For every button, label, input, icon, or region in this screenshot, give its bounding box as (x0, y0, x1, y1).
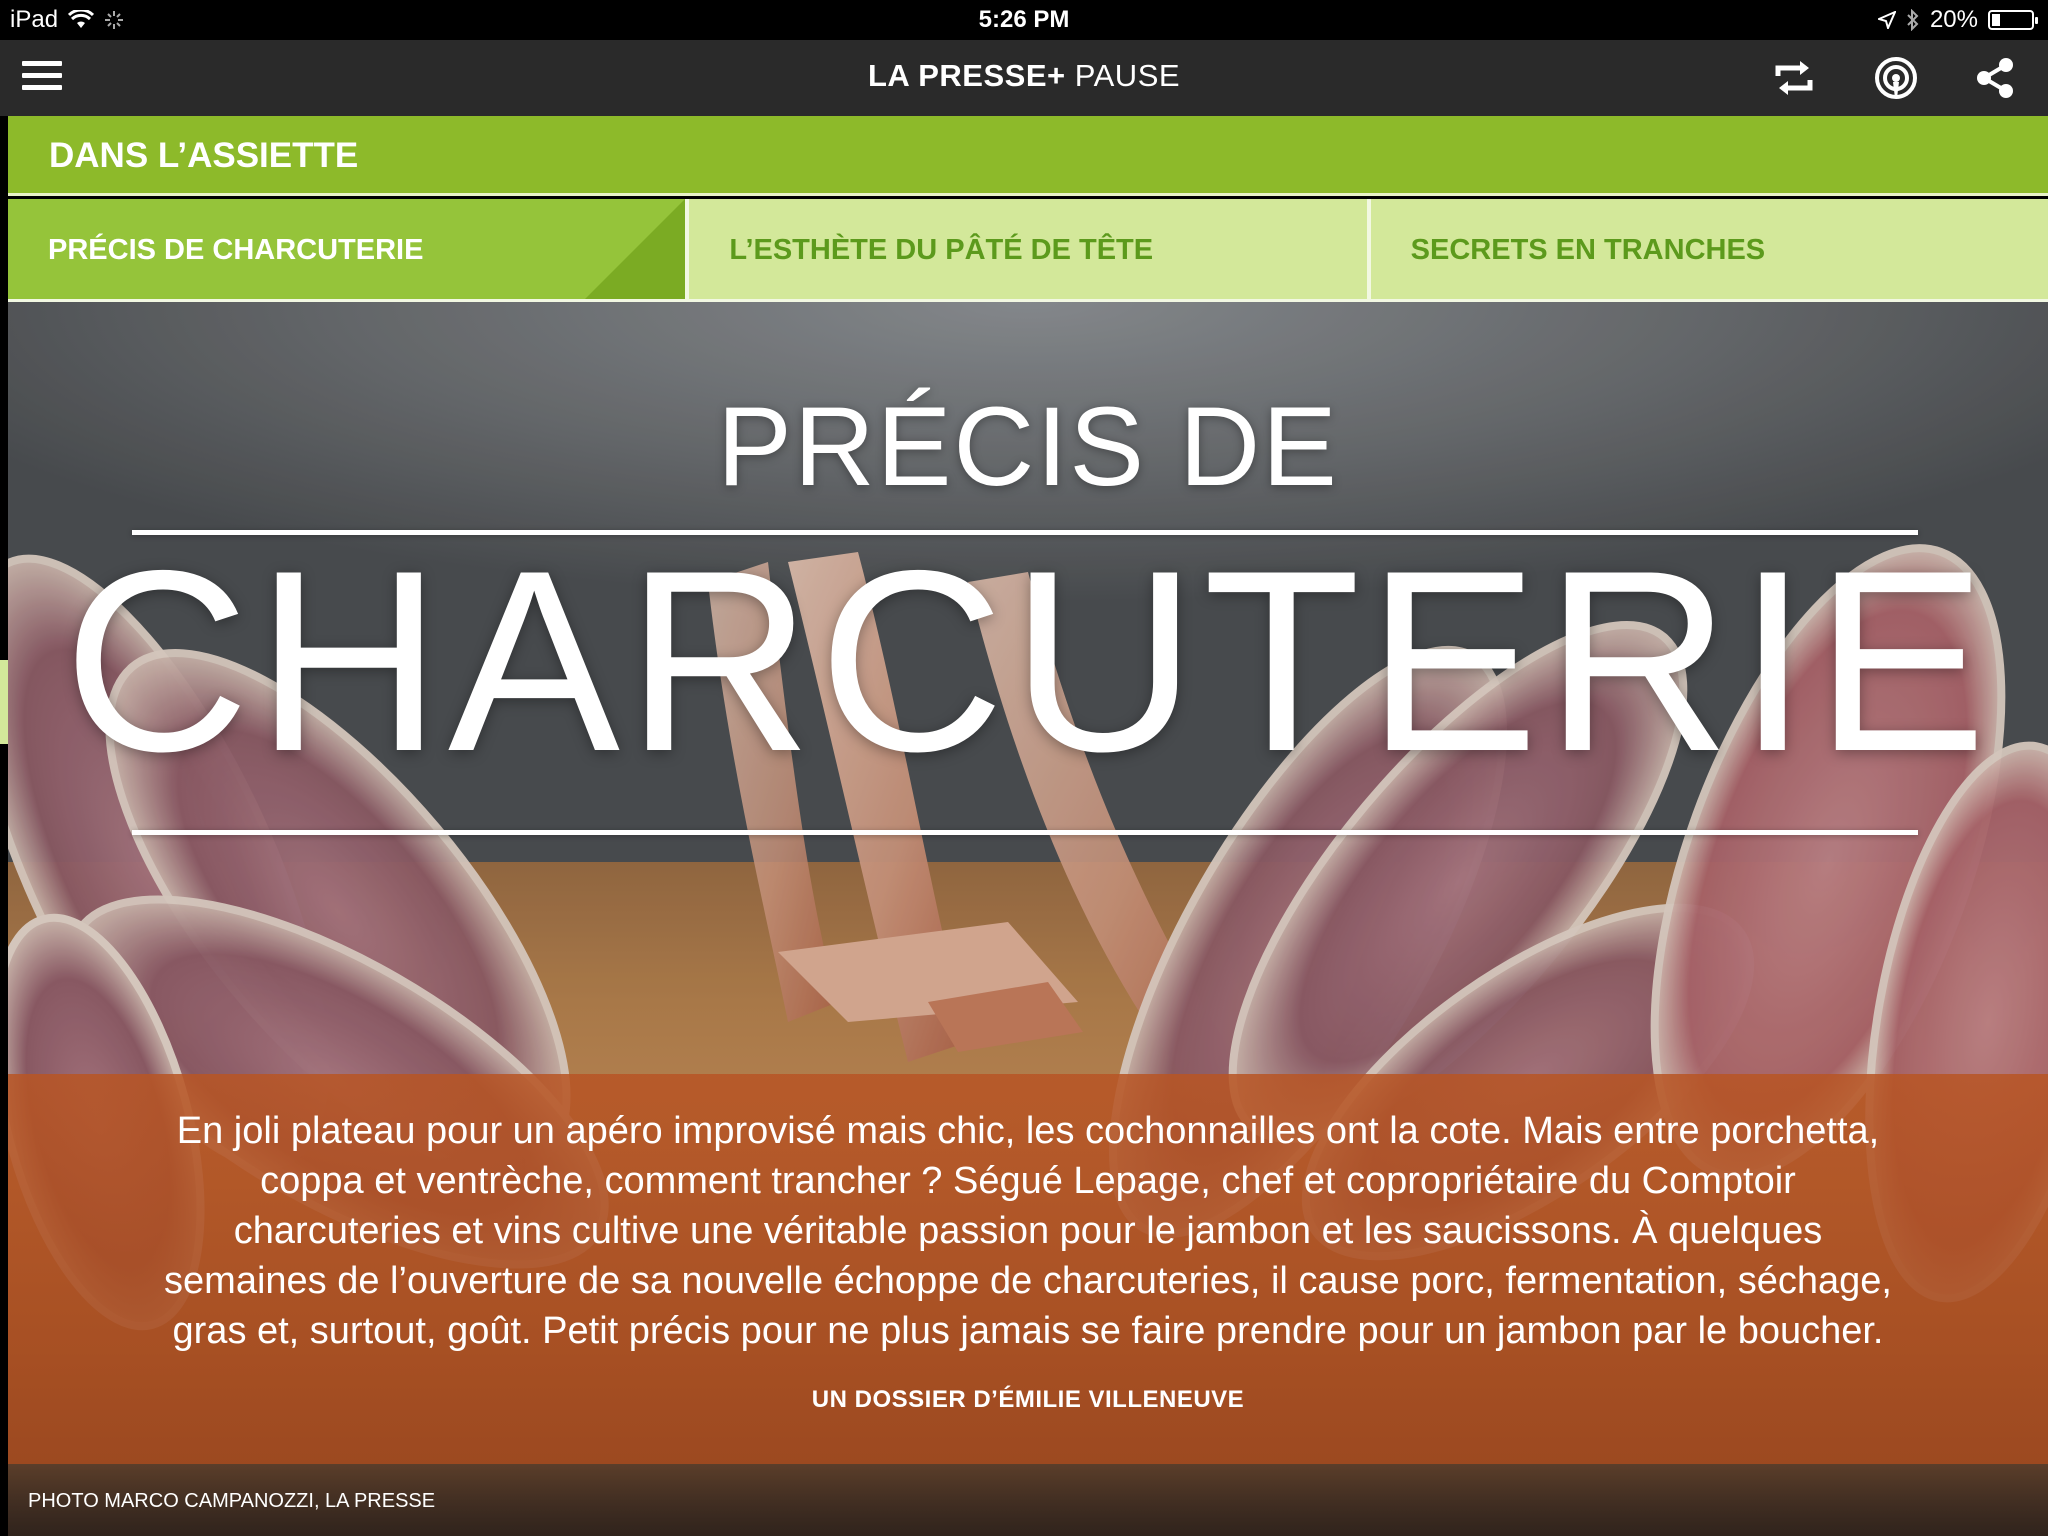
refresh-icon (1775, 61, 1813, 95)
status-bar: iPad 5:26 PM 20% (0, 0, 2048, 40)
section-title: DANS L’ASSIETTE (49, 136, 359, 175)
tab-esthete-du-pate-de-tete[interactable]: L’ESTHÈTE DU PÂTÉ DE TÊTE (689, 199, 1367, 301)
hero-title-line2: CHARCUTERIE (63, 516, 1993, 805)
app-brand: LA PRESSE+ PAUSE (0, 58, 2048, 94)
article-byline: UN DOSSIER D’ÉMILIE VILLENEUVE (811, 1386, 1245, 1413)
section-header: DANS L’ASSIETTE (8, 116, 2048, 196)
battery-icon (1988, 10, 2038, 30)
app-bar: LA PRESSE+ PAUSE (0, 40, 2048, 116)
podcast-button[interactable] (1874, 56, 1918, 100)
tab-label: PRÉCIS DE CHARCUTERIE (48, 233, 424, 266)
status-right: 20% (1877, 6, 2038, 34)
brand-name: LA PRESSE+ (867, 58, 1066, 93)
battery-percent: 20% (1929, 6, 1978, 33)
page-edge-marker (0, 660, 8, 744)
share-button[interactable] (1973, 56, 2017, 100)
refresh-button[interactable] (1772, 56, 1816, 100)
bluetooth-icon (1907, 9, 1919, 31)
hero-article-cover: PRÉCIS DE CHARCUTERIE En joli plateau po… (8, 302, 2048, 1536)
share-icon (1977, 58, 2013, 98)
photo-credit: PHOTO MARCO CAMPANOZZI, LA PRESSE (28, 1490, 436, 1512)
brand-section: PAUSE (1074, 58, 1181, 93)
tab-label: L’ESTHÈTE DU PÂTÉ DE TÊTE (729, 233, 1154, 266)
tab-secrets-en-tranches[interactable]: SECRETS EN TRANCHES (1370, 199, 2048, 301)
status-time: 5:26 PM (978, 6, 1070, 33)
intro-paragraph: En joli plateau pour un apéro improvisé … (164, 1110, 1892, 1352)
article-tabs: PRÉCIS DE CHARCUTERIE L’ESTHÈTE DU PÂTÉ … (8, 199, 2048, 301)
tab-label: SECRETS EN TRANCHES (1410, 233, 1766, 266)
hero-title-line1: PRÉCIS DE (717, 384, 1339, 509)
podcast-icon (1875, 57, 1917, 99)
title-rule-bottom (132, 830, 1918, 835)
location-arrow-icon (1877, 11, 1896, 29)
tab-fold-decoration (583, 199, 686, 301)
battery-level (1992, 14, 2000, 26)
tab-precis-de-charcuterie[interactable]: PRÉCIS DE CHARCUTERIE (8, 199, 686, 301)
